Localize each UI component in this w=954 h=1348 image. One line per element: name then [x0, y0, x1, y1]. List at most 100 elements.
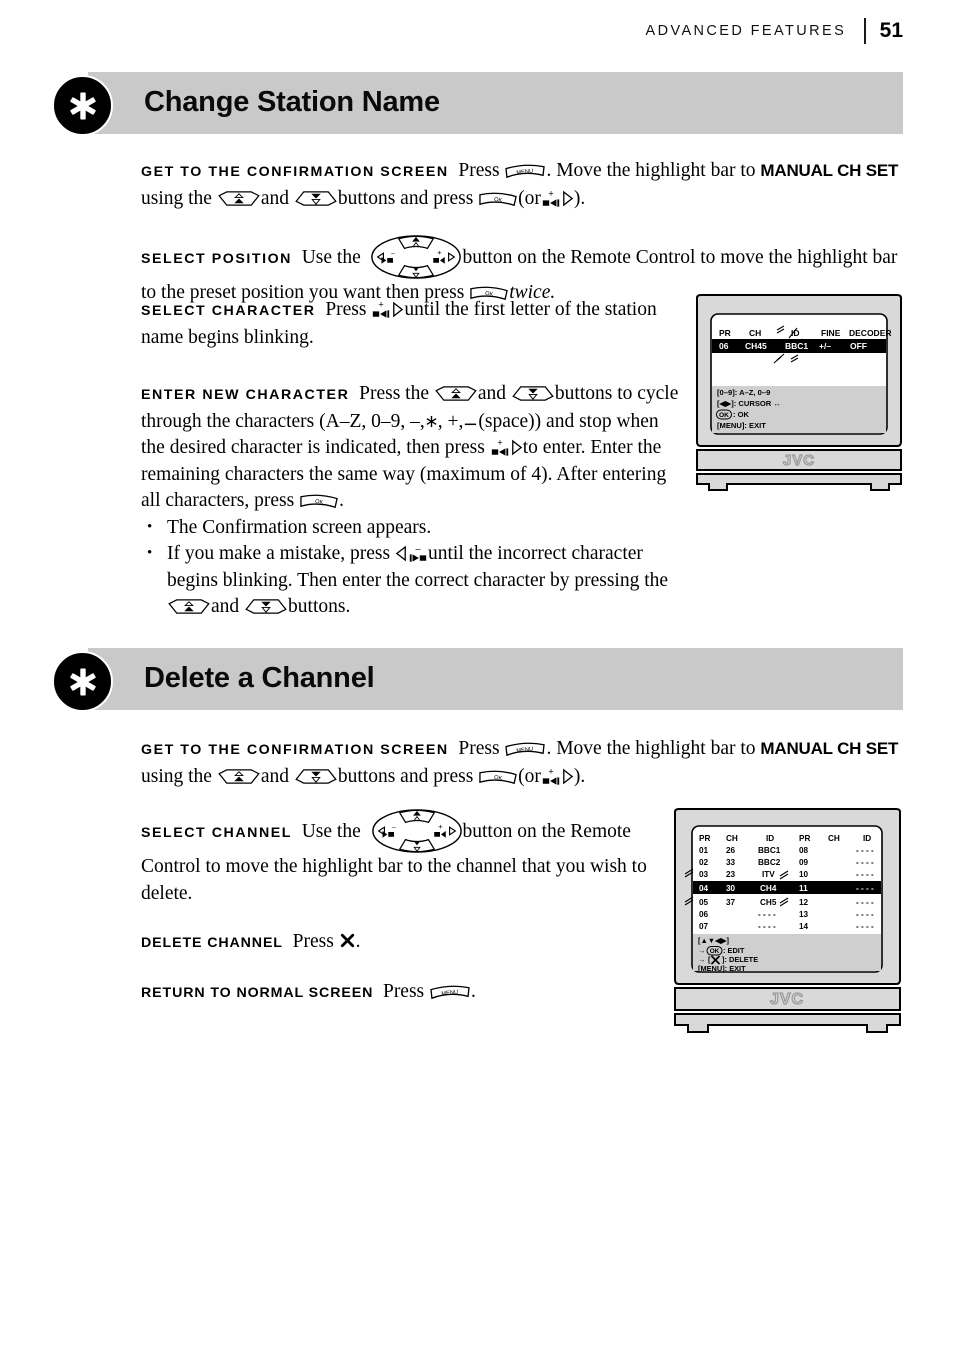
- menu-button-icon: MENU: [505, 164, 546, 179]
- svg-text:01: 01: [699, 846, 709, 855]
- svg-text:- - - -: - - - -: [856, 858, 874, 867]
- step-get-to-confirmation-screen: GET TO THE CONFIRMATION SCREEN Press MEN…: [141, 736, 916, 790]
- channel-down-button-icon: [295, 190, 337, 206]
- svg-text:CH4: CH4: [760, 884, 777, 893]
- screen1-menu-line-4: [MENU]: EXIT: [717, 421, 766, 430]
- step-text-2: .: [355, 931, 361, 952]
- step-return-to-normal-screen: RETURN TO NORMAL SCREEN Press MENU.: [141, 979, 661, 1007]
- section-title: Delete a Channel: [144, 661, 375, 694]
- running-head: ADVANCED FEATURES 51: [0, 18, 903, 44]
- bullet-text: The Confirmation screen appears.: [167, 516, 432, 538]
- next-track-plus-icon: +: [542, 189, 560, 207]
- bullet-text: If you make a mistake, press: [167, 543, 391, 564]
- screen1-ok-key: OK: [719, 412, 729, 419]
- tv-logo: JVC: [770, 991, 804, 1008]
- tv-illustration-delete-a-channel: PR CH ID PR CH ID 01 26 BBC1 08 - - - - 02 3…: [670, 808, 905, 1040]
- channel-up-button-icon: [435, 386, 477, 401]
- right-triangle-icon: [563, 768, 574, 784]
- screen1-header-ch: CH: [749, 328, 761, 338]
- screen1-menu-line-3: : OK: [733, 410, 750, 419]
- right-triangle-icon: [511, 439, 522, 456]
- svg-text:OK: OK: [315, 499, 324, 506]
- svg-text:–: –: [415, 544, 421, 554]
- screen1-row-decoder: OFF: [850, 341, 867, 351]
- svg-text:–: –: [392, 250, 396, 257]
- channel-down-button-icon: [512, 386, 554, 401]
- list-item: The Confirmation screen appears.: [141, 514, 686, 542]
- screen1-row-fine: +/–: [819, 341, 831, 351]
- bullet-text-3: and: [211, 596, 240, 617]
- bullet-text-4: buttons.: [288, 596, 351, 617]
- svg-text:- - - -: - - - -: [758, 910, 776, 919]
- step-lead: SELECT POSITION: [141, 251, 292, 267]
- ok-button-icon: OK: [479, 770, 517, 784]
- space-char-icon: [465, 423, 477, 425]
- step-text-7: .: [339, 490, 344, 511]
- svg-text:26: 26: [726, 846, 736, 855]
- running-head-divider: [864, 18, 866, 44]
- step-text: Use the: [301, 247, 361, 268]
- svg-text:11: 11: [799, 884, 808, 893]
- right-triangle-icon: [393, 301, 404, 318]
- menu-button-icon: MENU: [430, 985, 470, 999]
- channel-up-button-icon: [218, 768, 260, 784]
- section-2-body: GET TO THE CONFIRMATION SCREEN Press MEN…: [141, 736, 916, 790]
- section-1-body-left-column: SELECT CHARACTER Press + until the first …: [141, 297, 686, 670]
- enter-new-character-notes: The Confirmation screen appears. If you …: [141, 514, 686, 621]
- screen1-menu-line-2: [◀▶]: CURSOR ↔: [717, 399, 781, 408]
- svg-text:- - - -: - - - -: [856, 870, 874, 879]
- svg-text:09: 09: [799, 858, 809, 867]
- svg-text:07: 07: [699, 922, 709, 931]
- screen1-header-fine: FINE: [821, 328, 841, 338]
- svg-text:+: +: [438, 822, 443, 831]
- svg-text:+: +: [497, 438, 502, 448]
- step-emphasis: MANUAL CH SET: [760, 739, 899, 758]
- step-text: Press: [458, 160, 500, 181]
- step-select-channel: SELECT CHANNEL Use the – + button on the…: [141, 808, 661, 907]
- svg-text:- - - -: - - - -: [856, 922, 874, 931]
- screen2-header-id-left: ID: [766, 834, 774, 843]
- channel-down-button-icon: [245, 599, 287, 614]
- step-text-7: ).: [573, 187, 586, 209]
- step-emphasis: MANUAL CH SET: [760, 161, 899, 180]
- step-text: Press: [325, 299, 367, 320]
- step-lead: ENTER NEW CHARACTER: [141, 387, 350, 403]
- screen1-row-pr: 06: [719, 341, 729, 351]
- svg-text:23: 23: [726, 870, 736, 879]
- step-text-2: . Move the highlight bar to: [546, 738, 756, 759]
- svg-text:13: 13: [799, 910, 809, 919]
- screen2-menu-arrow-2: →: [698, 955, 705, 964]
- screen2-header-pr-left: PR: [699, 834, 710, 843]
- svg-text:33: 33: [726, 858, 736, 867]
- screen2-header-id-right: ID: [863, 834, 871, 843]
- step-text: Use the: [301, 821, 361, 842]
- menu-button-icon: MENU: [505, 742, 546, 757]
- ok-button-icon: OK: [300, 494, 338, 509]
- asterisk-icon: [52, 75, 113, 136]
- svg-text:10: 10: [799, 870, 809, 879]
- svg-text:03: 03: [699, 870, 709, 879]
- step-text-4: , +,: [437, 410, 464, 432]
- tv-illustration-change-station-name: PR CH ID FINE DECODER 06 CH45 BBC1 +/– O…: [693, 294, 905, 494]
- step-text: Press: [292, 931, 334, 952]
- next-track-plus-icon: +: [373, 300, 390, 318]
- svg-text:04: 04: [699, 884, 709, 893]
- svg-text:- - - -: - - - -: [856, 846, 874, 855]
- svg-text:–: –: [392, 824, 396, 831]
- step-text-7: ).: [573, 765, 586, 787]
- step-text-6: (or: [518, 765, 541, 787]
- svg-text:ITV: ITV: [762, 870, 775, 879]
- step-text-2: . Move the highlight bar to: [546, 160, 756, 181]
- svg-text:08: 08: [799, 846, 809, 855]
- channel-down-button-icon: [295, 768, 337, 784]
- step-text-6: (or: [518, 187, 541, 209]
- asterisk-icon: [52, 651, 113, 712]
- step-text: Press: [382, 980, 425, 1002]
- navigation-pad-icon: – +: [371, 235, 462, 279]
- screen1-menu-line-1: [0–9]: A–Z, 0–9: [717, 388, 770, 397]
- svg-text:]: DELETE: ]: DELETE: [722, 955, 758, 964]
- screen2-header-ch-right: CH: [828, 834, 840, 843]
- ok-button-icon: OK: [479, 192, 517, 206]
- step-lead: RETURN TO NORMAL SCREEN: [141, 984, 374, 1001]
- svg-text:+: +: [438, 248, 443, 257]
